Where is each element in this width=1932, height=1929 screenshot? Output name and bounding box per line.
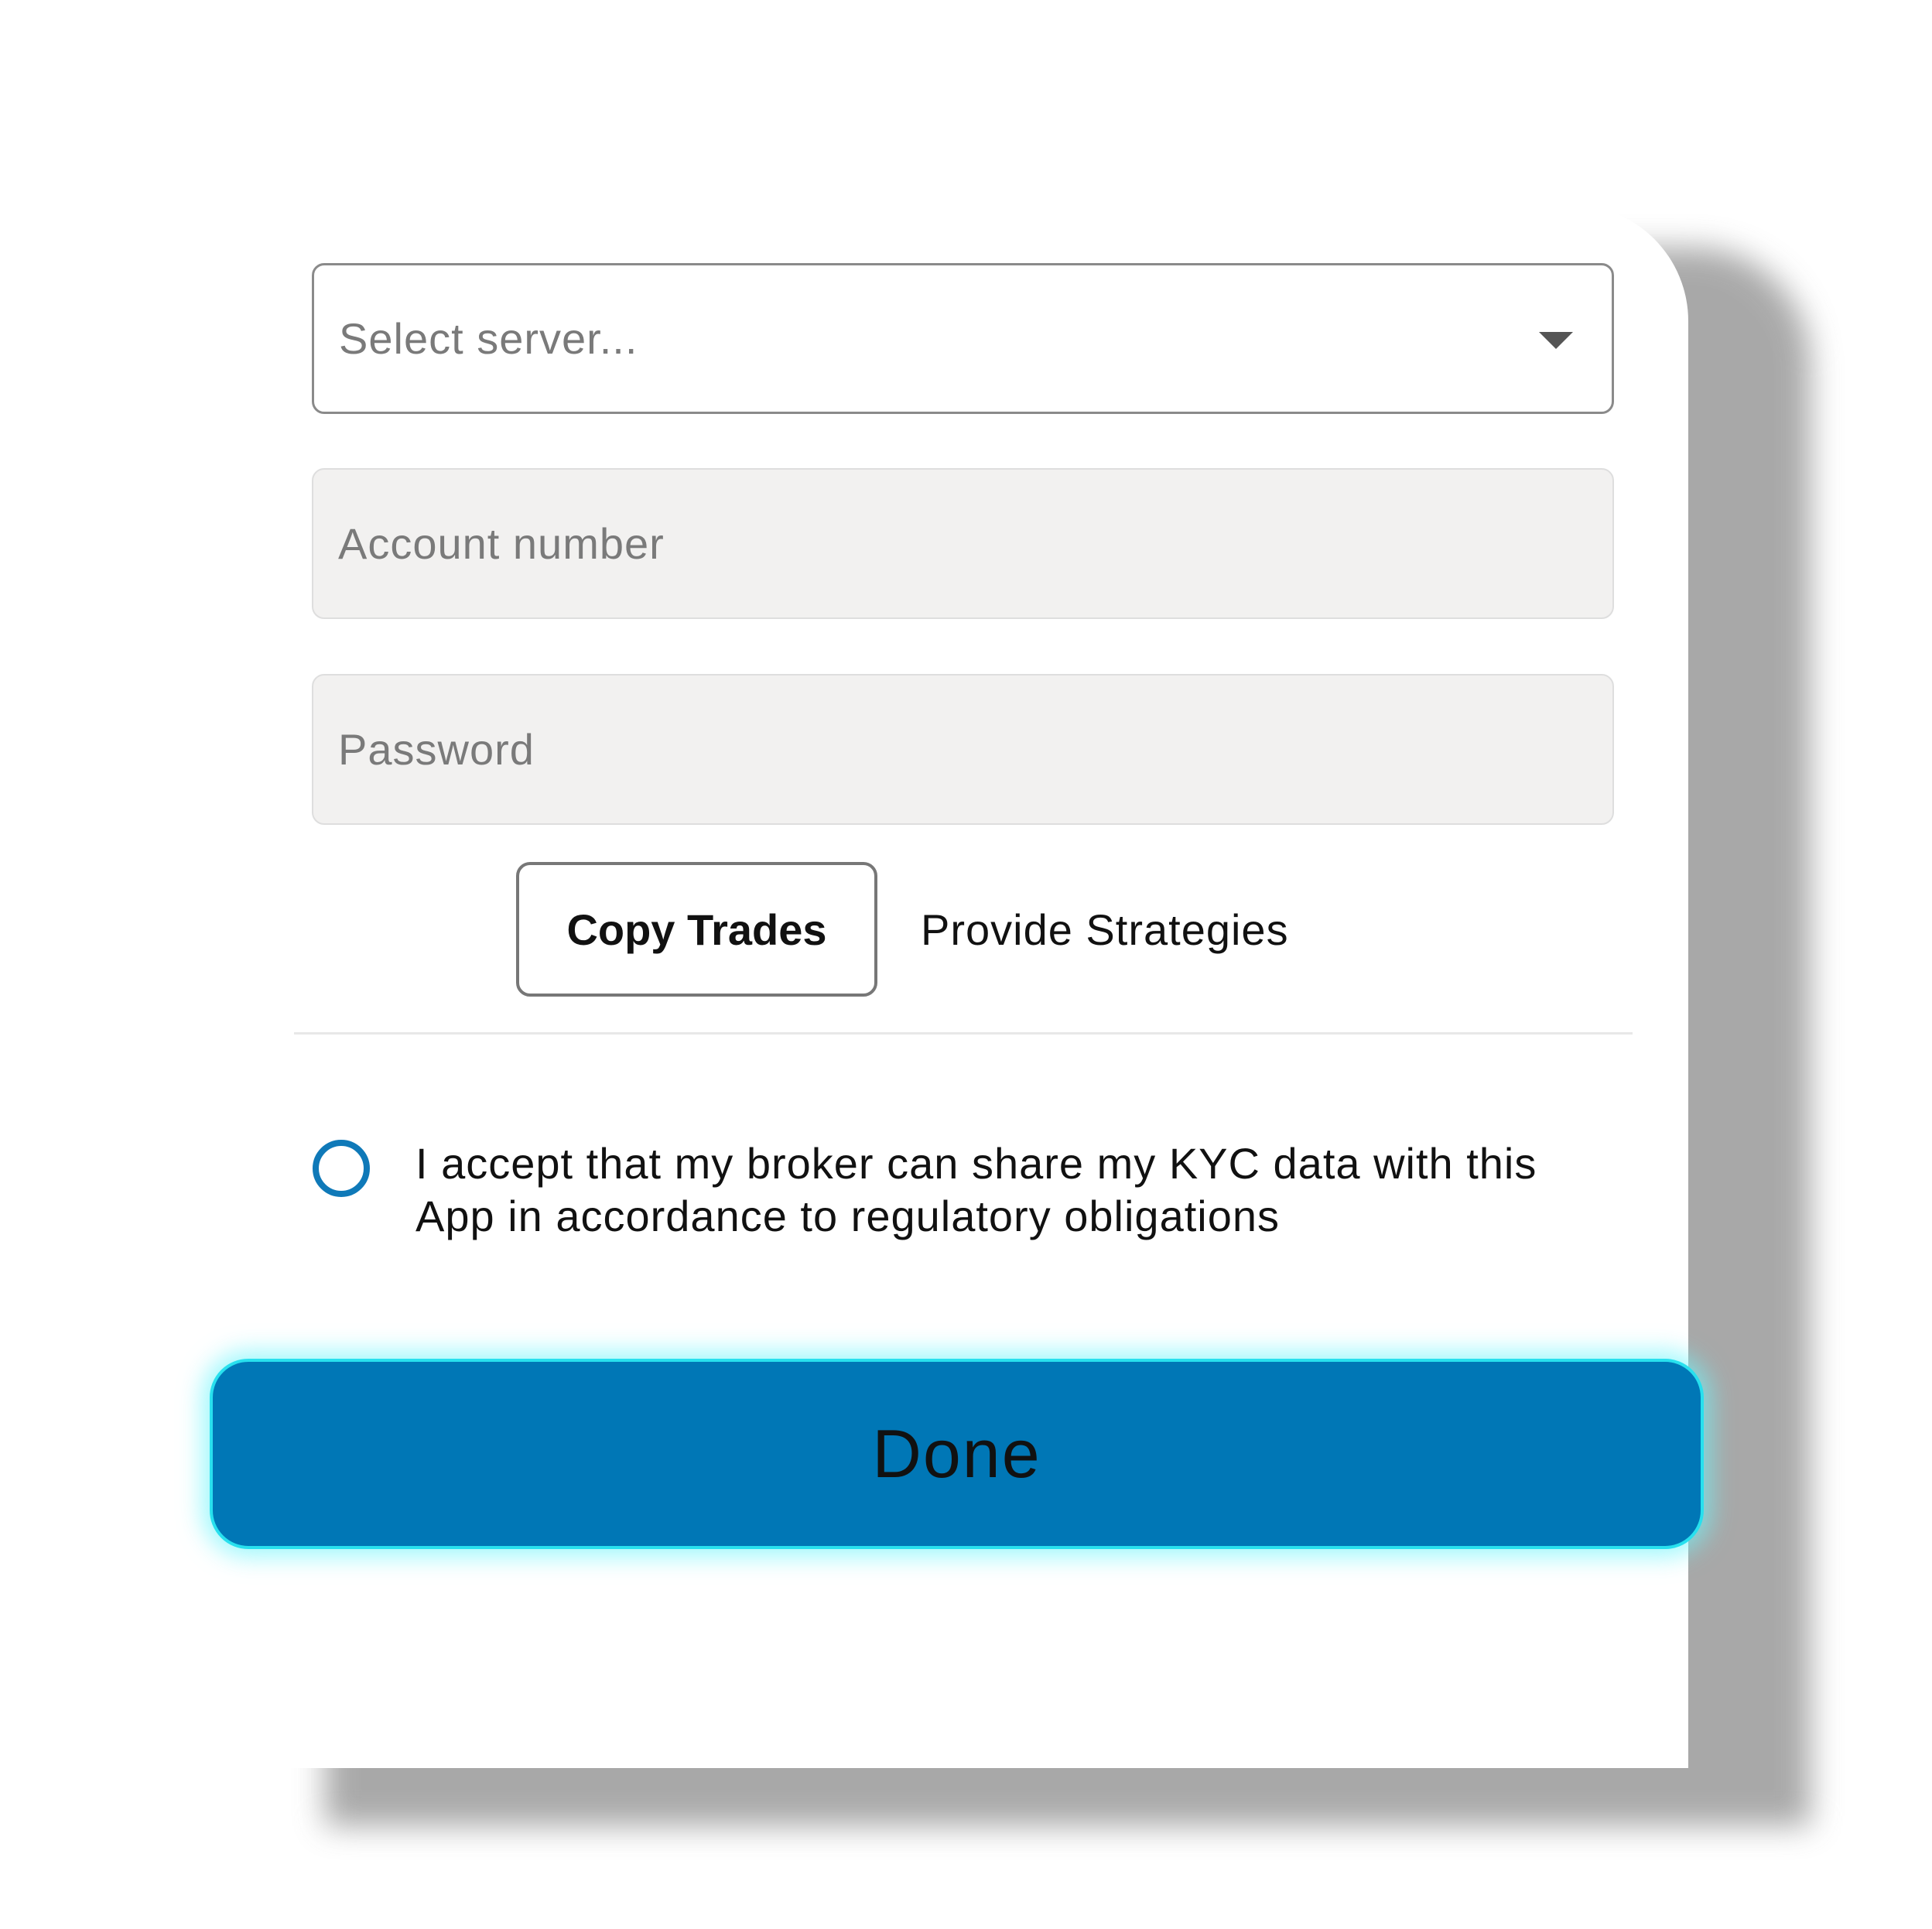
account-number-field[interactable]: Account number [312,468,1614,619]
password-field[interactable]: Password [312,674,1614,825]
server-select[interactable]: Select server... [312,263,1614,414]
consent-label: I accept that my broker can share my KYC… [415,1139,1537,1240]
done-button[interactable]: Done [210,1359,1704,1549]
tab-copy-trades[interactable]: Copy Trades [516,862,877,997]
chevron-down-icon [1539,332,1573,349]
password-placeholder: Password [338,725,535,774]
tab-provide-strategies[interactable]: Provide Strategies [921,862,1289,997]
server-select-placeholder: Select server... [339,314,638,363]
account-number-placeholder: Account number [338,519,665,568]
divider [294,1032,1633,1035]
radio-unchecked-icon[interactable] [313,1140,370,1197]
